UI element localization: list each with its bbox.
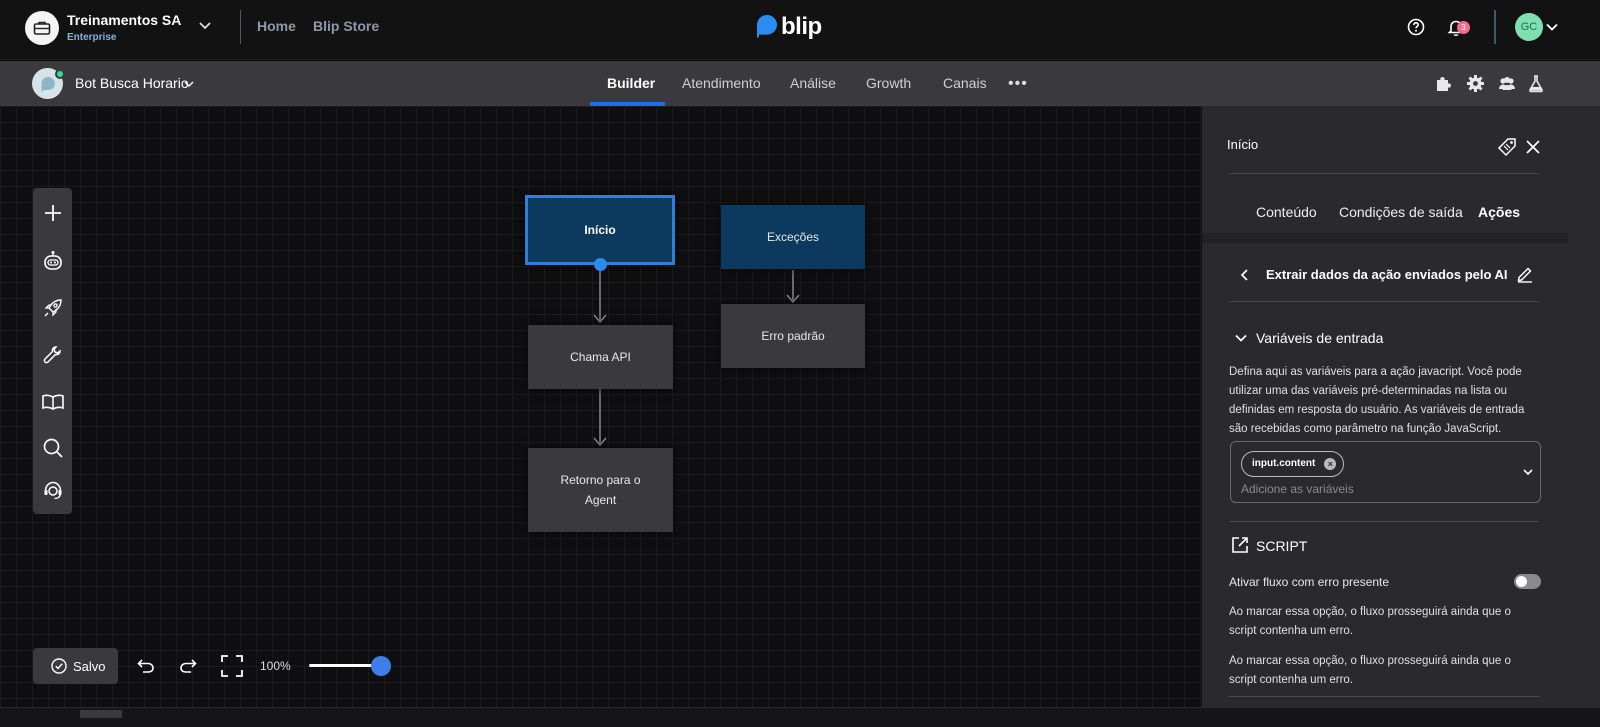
external-link-icon[interactable] bbox=[1230, 535, 1250, 555]
action-title: Extrair dados da ação enviados pelo AI bbox=[1266, 267, 1508, 282]
close-icon[interactable] bbox=[1526, 140, 1540, 154]
tab-conteudo[interactable]: Conteúdo bbox=[1256, 204, 1317, 220]
remove-chip-icon[interactable]: × bbox=[1324, 458, 1337, 470]
divider bbox=[1494, 10, 1496, 44]
variable-chip: input.content × bbox=[1241, 451, 1345, 477]
fit-screen-icon[interactable] bbox=[220, 654, 244, 678]
scrollbar-thumb[interactable] bbox=[80, 710, 122, 718]
chevron-down-icon[interactable] bbox=[1522, 466, 1534, 478]
chevron-down-icon[interactable] bbox=[1545, 20, 1559, 34]
flow-block-chama-api[interactable]: Chama API bbox=[528, 325, 673, 389]
divider bbox=[1229, 301, 1539, 302]
panel-band bbox=[1202, 233, 1568, 243]
script-button[interactable]: SCRIPT bbox=[1256, 538, 1307, 554]
team-icon[interactable] bbox=[1497, 74, 1517, 93]
zoom-level-label: 100% bbox=[260, 659, 291, 673]
flask-icon[interactable] bbox=[1528, 74, 1544, 93]
variable-chip-label: input.content bbox=[1252, 458, 1316, 469]
error-flow-toggle[interactable] bbox=[1514, 574, 1541, 589]
toggle-description-2: Ao marcar essa opção, o fluxo prosseguir… bbox=[1229, 655, 1511, 686]
divider bbox=[1229, 521, 1539, 522]
divider bbox=[1229, 173, 1539, 174]
help-icon[interactable] bbox=[1407, 18, 1425, 36]
error-flow-toggle-label: Ativar fluxo com erro presente bbox=[1229, 575, 1390, 589]
edit-icon[interactable] bbox=[1516, 265, 1534, 283]
horizontal-scrollbar[interactable] bbox=[0, 707, 1600, 727]
input-variables-select[interactable]: input.content × Adicione as variáveis bbox=[1230, 441, 1541, 503]
toggle-knob bbox=[1516, 576, 1527, 587]
flow-block-retorno-agent[interactable]: Retorno para o Agent bbox=[528, 448, 673, 532]
zoom-slider-thumb[interactable] bbox=[371, 656, 391, 676]
panel-scrollbar[interactable] bbox=[1568, 106, 1600, 707]
toggle-description-1: Ao marcar essa opção, o fluxo prosseguir… bbox=[1229, 606, 1511, 637]
notification-badge: 3 bbox=[1457, 21, 1470, 34]
redo-icon[interactable] bbox=[178, 655, 198, 675]
panel-title: Início bbox=[1227, 137, 1259, 152]
save-status-button[interactable]: Salvo bbox=[33, 648, 118, 684]
chevron-left-icon[interactable] bbox=[1239, 268, 1251, 282]
tab-acoes[interactable]: Ações bbox=[1478, 204, 1520, 220]
divider bbox=[1229, 696, 1539, 697]
flow-block-excecoes[interactable]: Exceções bbox=[721, 205, 865, 269]
tab-condicoes-saida[interactable]: Condições de saída bbox=[1339, 204, 1463, 220]
variables-placeholder: Adicione as variáveis bbox=[1241, 482, 1354, 496]
chevron-down-icon[interactable] bbox=[1234, 332, 1248, 344]
puzzle-icon[interactable] bbox=[1434, 74, 1453, 93]
check-circle-icon bbox=[51, 658, 67, 674]
block-output-port[interactable] bbox=[594, 258, 607, 271]
flow-block-erro-padrao[interactable]: Erro padrão bbox=[721, 304, 865, 368]
input-variables-title[interactable]: Variáveis de entrada bbox=[1256, 330, 1383, 346]
undo-icon[interactable] bbox=[136, 655, 156, 675]
input-variables-description: Defina aqui as variáveis para a ação jav… bbox=[1229, 366, 1525, 435]
gear-icon[interactable] bbox=[1466, 74, 1485, 93]
save-status-label: Salvo bbox=[73, 658, 106, 674]
flow-block-inicio[interactable]: Início bbox=[525, 195, 675, 265]
tag-icon[interactable] bbox=[1497, 137, 1517, 157]
block-properties-panel: Início Conteúdo Condições de saída Ações… bbox=[1202, 106, 1568, 707]
user-avatar[interactable]: GC bbox=[1515, 13, 1543, 41]
